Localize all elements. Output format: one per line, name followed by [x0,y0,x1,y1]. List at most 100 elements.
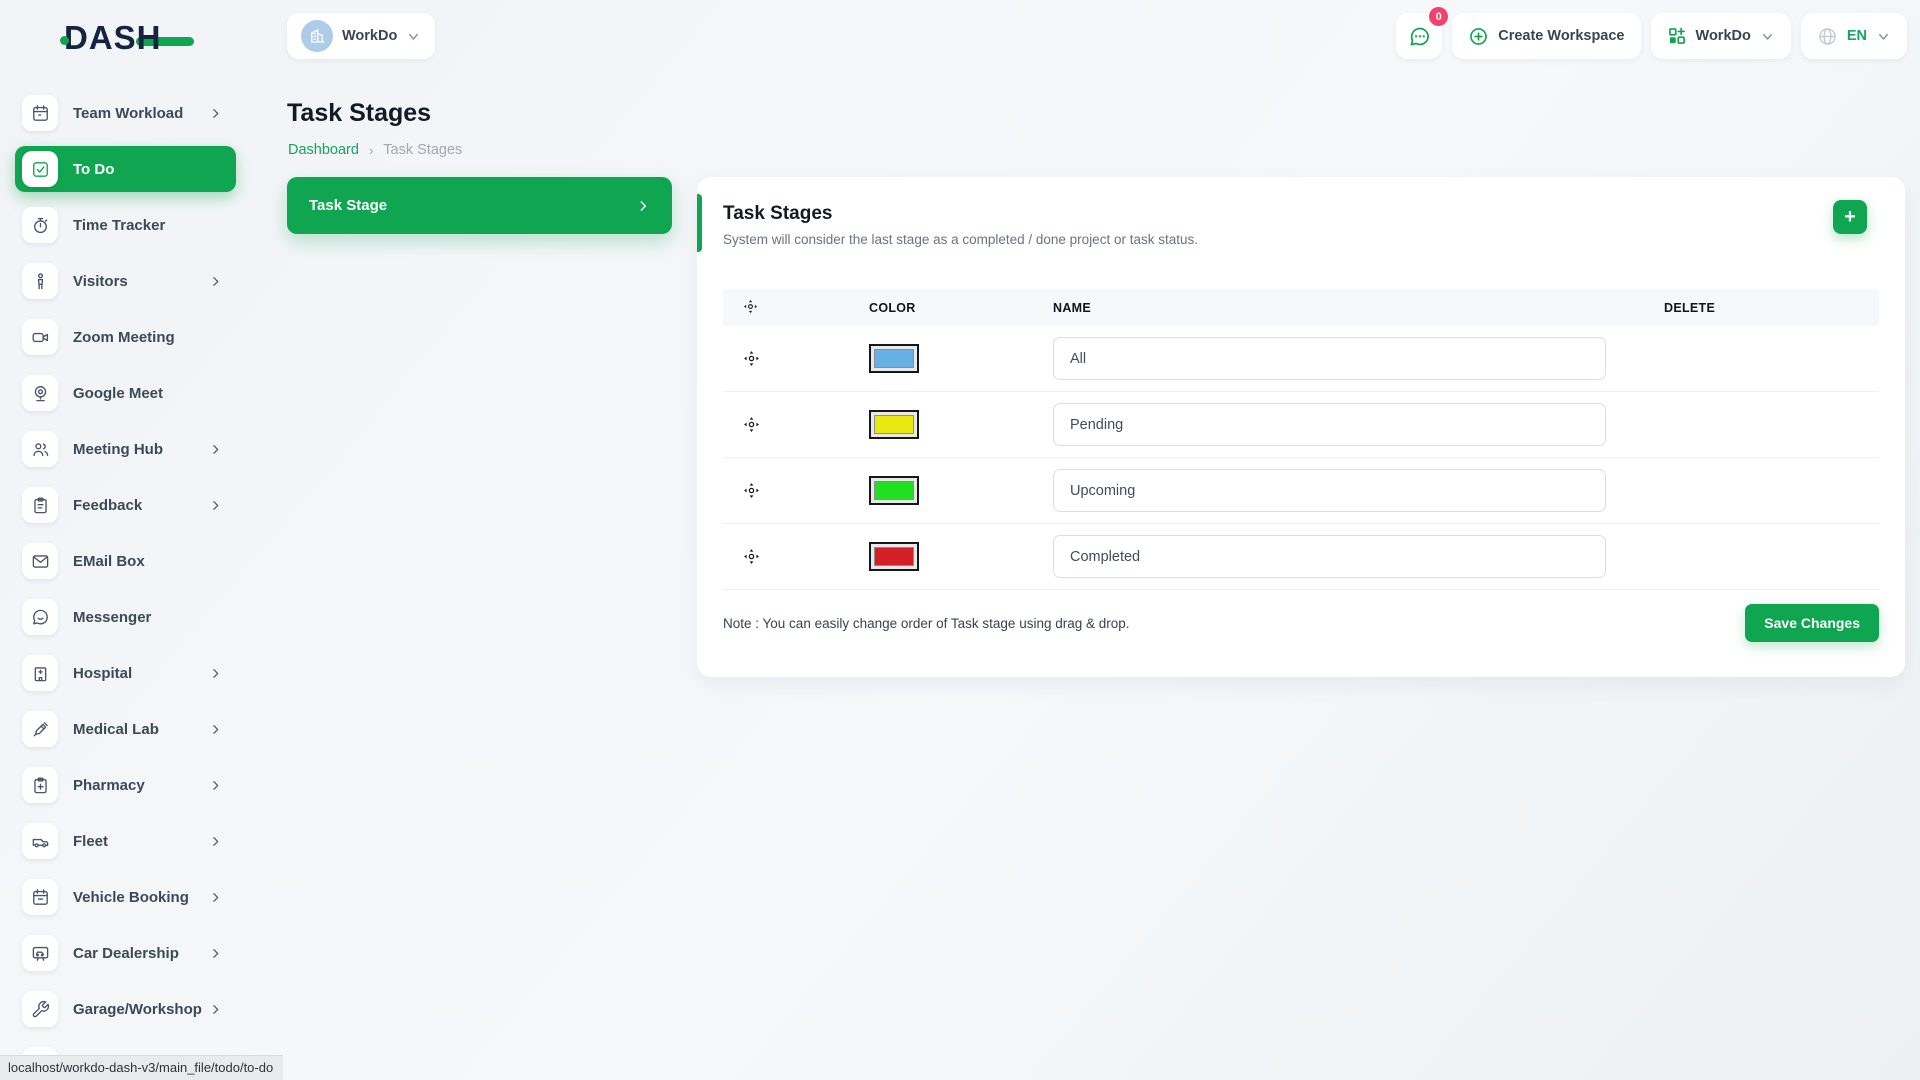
sidebar-item-email-box[interactable]: EMail Box [15,538,236,584]
language-selector[interactable]: EN [1801,13,1907,59]
person-icon [22,263,58,299]
stage-name-input[interactable] [1053,403,1606,446]
sidebar-item-hospital[interactable]: Hospital [15,650,236,696]
video-camera-icon [22,319,58,355]
stage-table: COLOR NAME DELETE [723,289,1879,590]
app-root: DASH WorkDo 0 Create Workspa [0,0,1920,1080]
drag-handle-icon[interactable] [723,548,838,565]
sidebar-item-label: Fleet [73,833,108,850]
sidebar-item-label: Zoom Meeting [73,329,175,346]
drag-handle-icon[interactable] [723,350,838,367]
sidebar-item-label: To Do [73,161,114,178]
sidebar-item-medical-lab[interactable]: Medical Lab [15,706,236,752]
workdo-menu-label: WorkDo [1696,28,1751,44]
table-header-row: COLOR NAME DELETE [723,289,1879,326]
color-swatch [874,349,914,368]
sidebar-item-meeting-hub[interactable]: Meeting Hub [15,426,236,472]
sidebar-item-google-meet[interactable]: Google Meet [15,370,236,416]
color-swatch [874,481,914,500]
color-picker[interactable] [869,410,919,439]
sidebar-item-car-dealership[interactable]: Car Dealership [15,930,236,976]
card-header: Task Stages System will consider the las… [697,177,1905,247]
calendar-icon [22,95,58,131]
add-stage-button[interactable]: + [1833,200,1867,234]
page-title: Task Stages [287,99,431,128]
sidebar-item-team-workload[interactable]: Team Workload [15,90,236,136]
chevron-right-icon [209,1003,222,1016]
sidebar-item-pharmacy[interactable]: Pharmacy [15,762,236,808]
sidebar-item-label: Time Tracker [73,217,165,234]
card-title: Task Stages [723,203,1879,225]
workdo-menu-button[interactable]: WorkDo [1651,13,1791,59]
sidebar-item-to-do[interactable]: To Do [15,146,236,192]
sidebar-item-visitors[interactable]: Visitors [15,258,236,304]
name-column-header: NAME [1053,301,1638,315]
sidebar: Team Workload To Do Time Tracker Visitor… [0,74,256,1080]
chevron-right-icon [209,779,222,792]
table-row [723,392,1879,458]
color-picker[interactable] [869,344,919,373]
messages-button[interactable]: 0 [1396,13,1442,59]
sidebar-item-label: EMail Box [73,553,145,570]
topbar: DASH WorkDo 0 Create Workspa [0,0,1920,74]
sidebar-item-zoom-meeting[interactable]: Zoom Meeting [15,314,236,360]
messages-badge: 0 [1429,7,1448,26]
sidebar-item-label: Hospital [73,665,132,682]
chevron-down-icon [406,29,421,44]
grid-plus-icon [1667,26,1687,46]
globe-icon [1817,26,1838,47]
sidebar-item-messenger[interactable]: Messenger [15,594,236,640]
chat-bubble-icon [22,599,58,635]
chevron-right-icon [209,947,222,960]
sidebar-item-label: Google Meet [73,385,163,402]
app-logo[interactable]: DASH [64,18,194,58]
sidebar-item-garage-workshop[interactable]: Garage/Workshop [15,986,236,1032]
chevron-right-icon [209,443,222,456]
language-label: EN [1847,28,1867,44]
check-square-icon [22,151,58,187]
status-url-bar: localhost/workdo-dash-v3/main_file/todo/… [0,1055,283,1080]
car-front-icon [22,935,58,971]
chat-bubble-icon [1408,25,1431,48]
stopwatch-icon [22,207,58,243]
chevron-down-icon [1760,29,1775,44]
color-swatch [874,415,914,434]
sidebar-item-time-tracker[interactable]: Time Tracker [15,202,236,248]
sidebar-item-label: Team Workload [73,105,183,122]
clipboard-icon [22,487,58,523]
mail-icon [22,543,58,579]
drag-drop-note: Note : You can easily change order of Ta… [723,616,1130,631]
drag-handle-icon[interactable] [723,416,838,433]
chevron-right-icon [209,891,222,904]
sidebar-item-label: Messenger [73,609,151,626]
workspace-selector[interactable]: WorkDo [287,13,435,59]
building-icon [308,27,326,45]
sidebar-item-feedback[interactable]: Feedback [15,482,236,528]
stage-name-input[interactable] [1053,469,1606,512]
sidebar-item-label: Meeting Hub [73,441,163,458]
sidebar-item-fleet[interactable]: Fleet [15,818,236,864]
sidebar-item-label: Medical Lab [73,721,159,738]
table-row [723,326,1879,392]
sidebar-item-label: Vehicle Booking [73,889,189,906]
sidebar-item-label: Car Dealership [73,945,179,962]
task-stage-nav-button[interactable]: Task Stage [287,177,672,234]
chevron-right-icon [209,499,222,512]
stage-name-input[interactable] [1053,535,1606,578]
breadcrumb-dashboard-link[interactable]: Dashboard [288,142,359,158]
task-stages-card: Task Stages System will consider the las… [697,177,1905,677]
workspace-avatar [301,20,333,52]
sidebar-item-label: Garage/Workshop [73,1001,202,1018]
save-changes-button[interactable]: Save Changes [1745,604,1879,642]
sidebar-item-vehicle-booking[interactable]: Vehicle Booking [15,874,236,920]
stage-name-input[interactable] [1053,337,1606,380]
breadcrumb: Dashboard › Task Stages [288,142,462,158]
color-picker[interactable] [869,542,919,571]
create-workspace-button[interactable]: Create Workspace [1452,13,1640,59]
color-swatch [874,547,914,566]
drag-handle-icon[interactable] [723,482,838,499]
color-picker[interactable] [869,476,919,505]
create-workspace-label: Create Workspace [1498,28,1624,44]
chevron-right-icon [636,199,650,213]
workspace-label: WorkDo [342,28,397,44]
